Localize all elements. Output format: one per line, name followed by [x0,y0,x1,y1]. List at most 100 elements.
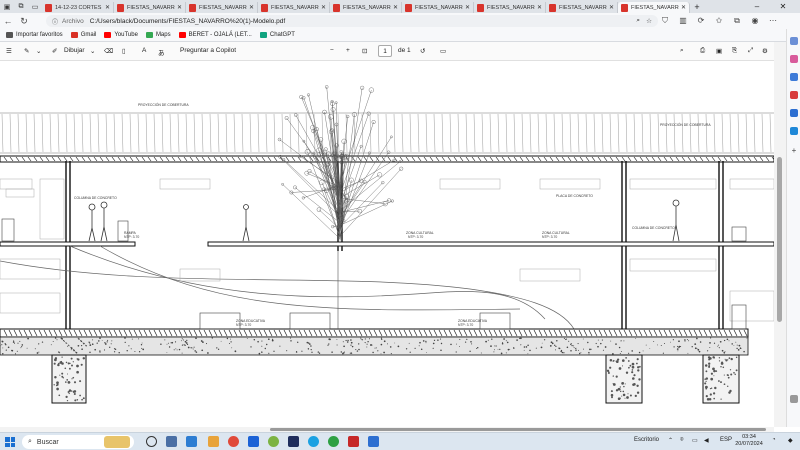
sidebar-settings-icon[interactable] [790,395,798,403]
draw-label[interactable]: Dibujar [64,47,85,54]
refresh-icon[interactable]: ↻ [16,16,32,27]
browser-tab[interactable]: 14-12-23 CORTES ✕ [42,2,114,13]
collections-icon[interactable]: ⧉ [732,16,742,26]
address-bar[interactable]: ⓘ Archivo C:/Users/black/Documents/FIEST… [46,15,658,27]
zoom-icon[interactable]: ⌕ [636,17,640,25]
close-tab-icon[interactable]: ✕ [177,4,182,11]
favorite-maps[interactable]: Maps [145,32,171,38]
read-aloud-icon[interactable]: A [142,47,146,54]
fit-page-icon[interactable]: ⊡ [362,47,367,55]
autocad-icon[interactable] [348,436,359,447]
volume-icon[interactable]: ◀ [704,437,709,444]
office-icon[interactable] [790,109,798,117]
start-icon[interactable] [5,437,15,447]
close-tab-icon[interactable]: ✕ [393,4,398,11]
edge-icon[interactable] [308,436,319,447]
close-tab-icon[interactable]: ✕ [465,4,470,11]
file-manager-icon[interactable] [368,436,379,447]
split-screen-icon[interactable]: ▥ [678,16,688,26]
extension-icon[interactable]: ⛉ [660,16,670,26]
search-sidebar-icon[interactable] [790,37,798,45]
favorite-youtube[interactable]: YouTube [104,32,138,38]
page-number-input[interactable]: 1 [378,45,392,57]
file-explorer-icon[interactable] [208,436,219,447]
translate-icon[interactable]: あ [158,47,165,57]
chrome-icon[interactable] [228,436,239,447]
vertical-tabs-icon[interactable]: ▭ [28,0,42,13]
contents-icon[interactable]: ☰ [6,47,12,55]
highlight-icon[interactable]: ✎ [24,47,29,55]
favorite-gmail[interactable]: Gmail [70,32,96,38]
refresh-page-icon[interactable]: ⟳ [696,16,706,26]
back-icon[interactable]: ← [0,16,16,26]
horizontal-scrollbar-thumb[interactable] [270,428,766,431]
draw-icon[interactable]: ✐ [52,47,57,55]
favorites-icon[interactable]: ✩ [714,16,724,26]
window-menu-icon[interactable]: ▣ [0,0,14,13]
minimize-icon[interactable]: – [744,0,770,13]
browser-tab[interactable]: FIESTAS_NAVARRO ✕ [546,2,618,13]
taskbar-search[interactable]: ⌕ Buscar [22,435,134,449]
close-window-icon[interactable]: ✕ [770,0,796,13]
profile-icon[interactable]: ◉ [750,16,760,26]
chrome-alt-icon[interactable] [328,436,339,447]
favorite-import[interactable]: Importar favoritos [6,32,63,38]
save-icon[interactable]: ▣ [716,47,722,55]
close-tab-icon[interactable]: ✕ [681,4,686,11]
new-tab-button[interactable]: + [690,2,704,12]
highlight-dropdown-icon[interactable]: ⌄ [36,47,41,55]
draw-dropdown-icon[interactable]: ⌄ [90,47,95,55]
two-page-icon[interactable]: ▭ [440,47,446,55]
close-tab-icon[interactable]: ✕ [609,4,614,11]
browser-tab[interactable]: FIESTAS_NAVARRO ✕ [258,2,330,13]
rotate-icon[interactable]: ↺ [420,47,425,55]
mail-icon[interactable] [186,436,197,447]
zoom-out-icon[interactable]: − [330,47,334,54]
tab-actions-icon[interactable]: ⧉ [14,0,28,13]
more-icon[interactable]: ⋯ [768,16,778,26]
task-view-icon[interactable] [146,436,157,447]
widgets-icon[interactable] [166,436,177,447]
erase-icon[interactable]: ⌫ [104,47,113,55]
browser-tab[interactable]: FIESTAS_NAVARRO ✕ [330,2,402,13]
photoshop-icon[interactable] [288,436,299,447]
favorite-beret[interactable]: BERET - OJALÁ (LET... [178,32,252,38]
browser-tab[interactable]: FIESTAS_NAVARRO ✕ [114,2,186,13]
print-icon[interactable]: ⎙ [700,47,705,55]
copilot-taskbar-icon[interactable]: ◆ [788,437,793,444]
clock[interactable]: 03:34 20/07/2024 [734,434,764,448]
close-tab-icon[interactable]: ✕ [537,4,542,11]
scrollbar-thumb[interactable] [777,157,782,322]
notification-icon[interactable]: ◔ [772,437,776,443]
zoom-in-icon[interactable]: + [346,47,350,54]
favorite-star-icon[interactable]: ☆ [646,17,652,25]
copilot-label[interactable]: Preguntar a Copilot [180,47,236,54]
tools-icon[interactable] [790,73,798,81]
network-icon[interactable]: ⌾ [680,437,684,444]
fullscreen-icon[interactable]: ⤢ [748,47,753,55]
close-tab-icon[interactable]: ✕ [105,4,110,11]
close-tab-icon[interactable]: ✕ [249,4,254,11]
address-url[interactable]: C:/Users/black/Documents/FIESTAS_NAVARRO… [90,18,285,25]
language-indicator[interactable]: ESP [720,437,732,443]
vertical-scrollbar[interactable] [774,42,786,427]
page-view-icon[interactable]: ▯ [122,47,126,55]
browser-tab[interactable]: FIESTAS_NAVARRO ✕ [402,2,474,13]
zoom-app-icon[interactable] [248,436,259,447]
settings-icon[interactable]: ⚙ [762,47,768,55]
add-sidebar-icon[interactable]: + [790,147,798,155]
app-q-icon[interactable] [268,436,279,447]
shopping-icon[interactable] [790,55,798,63]
search-icon[interactable]: ⌕ [680,47,684,55]
pdf-page[interactable]: ZONA EDUCATIVA NTP: 3.70 ZONA EDUCATIVA … [0,61,774,427]
save-as-icon[interactable]: ⎘ [732,47,737,55]
close-tab-icon[interactable]: ✕ [321,4,326,11]
browser-tab[interactable]: FIESTAS_NAVARRO ✕ [618,2,690,13]
favorite-chatgpt[interactable]: ChatGPT [259,32,295,38]
desktop-status[interactable]: Escritorio [634,437,659,443]
tray-chevron-icon[interactable]: ⌃ [668,437,673,444]
browser-tab[interactable]: FIESTAS_NAVARRO ✕ [474,2,546,13]
outlook-icon[interactable] [790,127,798,135]
camera-icon[interactable]: ▭ [692,437,698,444]
games-icon[interactable] [790,91,798,99]
